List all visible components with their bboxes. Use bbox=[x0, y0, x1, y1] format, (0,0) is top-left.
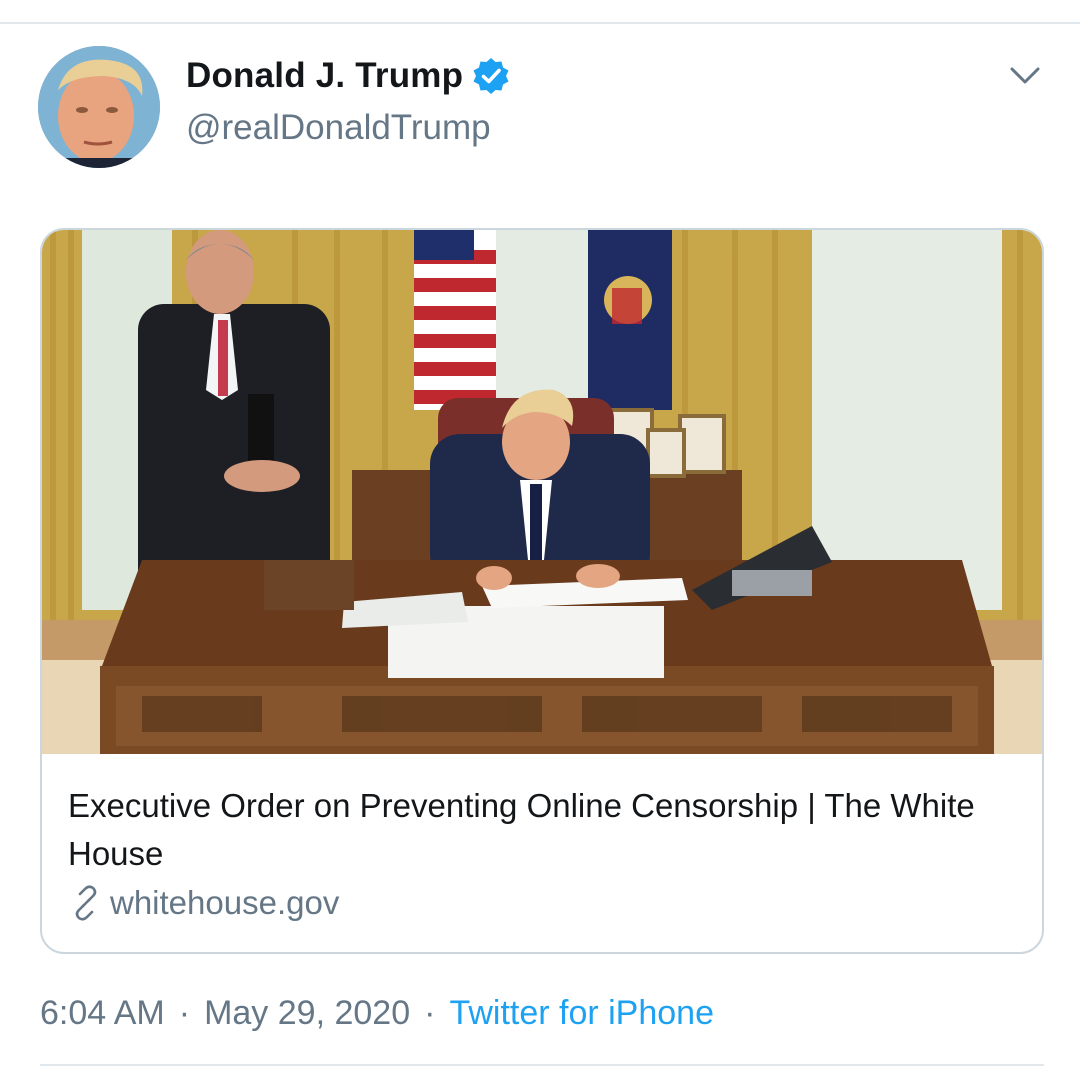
avatar[interactable] bbox=[38, 46, 160, 168]
author-name-row[interactable]: Donald J. Trump bbox=[186, 56, 511, 96]
display-name[interactable]: Donald J. Trump bbox=[186, 56, 463, 96]
top-divider bbox=[0, 22, 1080, 24]
link-card[interactable]: Executive Order on Preventing Online Cen… bbox=[40, 228, 1044, 954]
link-card-domain-row[interactable]: whitehouse.gov bbox=[68, 884, 339, 922]
tweet-meta: 6:04 AM · May 29, 2020 · Twitter for iPh… bbox=[40, 994, 714, 1033]
author-handle[interactable]: @realDonaldTrump bbox=[186, 108, 491, 148]
tweet-source-link[interactable]: Twitter for iPhone bbox=[449, 994, 714, 1033]
bottom-divider bbox=[40, 1064, 1044, 1066]
verified-badge-icon bbox=[473, 58, 509, 94]
meta-separator: · bbox=[424, 994, 436, 1032]
chevron-down-icon[interactable] bbox=[1006, 60, 1044, 90]
link-card-title[interactable]: Executive Order on Preventing Online Cen… bbox=[68, 782, 1008, 878]
link-card-domain: whitehouse.gov bbox=[110, 884, 340, 921]
meta-separator: · bbox=[178, 994, 191, 1032]
link-icon bbox=[75, 885, 97, 921]
link-card-image bbox=[42, 230, 1042, 754]
tweet-date[interactable]: May 29, 2020 bbox=[204, 994, 410, 1033]
tweet-time[interactable]: 6:04 AM bbox=[40, 994, 165, 1033]
